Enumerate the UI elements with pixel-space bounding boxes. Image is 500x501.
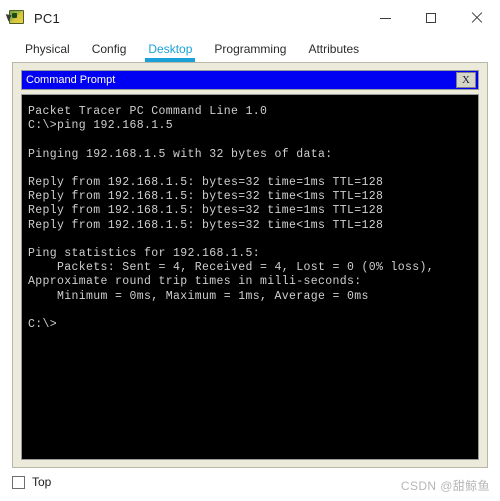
terminal-text: Packet Tracer PC Command Line 1.0 C:\>pin… — [28, 105, 478, 332]
maximize-icon — [426, 13, 436, 23]
tab-physical[interactable]: Physical — [14, 42, 81, 62]
device-tab-bar: Physical Config Desktop Programming Attr… — [0, 36, 500, 62]
terminal-line: Ping statistics for 192.168.1.5: — [28, 247, 261, 261]
terminal-line: Approximate round trip times in milli-se… — [28, 275, 362, 289]
window-bottom-bar: Top CSDN @甜鲸鱼 — [0, 472, 500, 501]
pc1-device-window: PC1 Physical Config Desktop Programming — [0, 0, 500, 501]
command-prompt-close-button[interactable]: X — [456, 72, 476, 88]
top-checkbox[interactable]: Top — [12, 476, 51, 489]
minimize-button[interactable] — [362, 0, 408, 36]
tab-desktop-label: Desktop — [148, 42, 193, 56]
terminal-line: Reply from 192.168.1.5: bytes=32 time<1m… — [28, 218, 384, 232]
terminal-line: C:\> — [28, 318, 58, 332]
terminal-line: C:\>ping 192.168.1.5 — [28, 119, 174, 133]
terminal-line: Pinging 192.168.1.5 with 32 bytes of dat… — [28, 147, 333, 161]
checkbox-box-icon — [12, 476, 25, 489]
window-title: PC1 — [34, 10, 60, 26]
terminal-output-area[interactable]: Packet Tracer PC Command Line 1.0 C:\>pin… — [21, 94, 479, 460]
tab-config-label: Config — [91, 42, 127, 56]
tab-physical-label: Physical — [25, 42, 70, 56]
close-icon — [471, 12, 483, 24]
tab-programming-label: Programming — [214, 42, 287, 56]
terminal-line: Reply from 192.168.1.5: bytes=32 time=1m… — [28, 204, 384, 218]
top-checkbox-label: Top — [32, 475, 52, 489]
tab-desktop[interactable]: Desktop — [137, 42, 203, 62]
tab-attributes[interactable]: Attributes — [297, 42, 370, 62]
desktop-panel: Command Prompt X Packet Tracer PC Comman… — [12, 62, 488, 468]
window-titlebar: PC1 — [0, 0, 500, 36]
terminal-line: Packet Tracer PC Command Line 1.0 — [28, 105, 268, 118]
terminal-line: Minimum = 0ms, Maximum = 1ms, Average = … — [28, 289, 369, 303]
watermark-text: CSDN @甜鲸鱼 — [400, 479, 490, 493]
maximize-button[interactable] — [408, 0, 454, 36]
terminal-line: Reply from 192.168.1.5: bytes=32 time<1m… — [28, 190, 384, 204]
minimize-icon — [379, 17, 391, 19]
command-prompt-titlebar[interactable]: Command Prompt X — [21, 70, 479, 90]
terminal-line: Reply from 192.168.1.5: bytes=32 time=1m… — [28, 176, 384, 190]
tab-programming[interactable]: Programming — [203, 42, 297, 62]
terminal-line: Packets: Sent = 4, Received = 4, Lost = … — [28, 261, 435, 275]
tab-attributes-label: Attributes — [308, 42, 360, 56]
packet-tracer-pc-icon — [5, 9, 26, 27]
close-button[interactable] — [454, 0, 500, 36]
tab-config[interactable]: Config — [81, 42, 138, 62]
command-prompt-window: Command Prompt X Packet Tracer PC Comman… — [21, 70, 479, 460]
window-controls — [362, 0, 500, 36]
command-prompt-title: Command Prompt — [26, 74, 116, 86]
